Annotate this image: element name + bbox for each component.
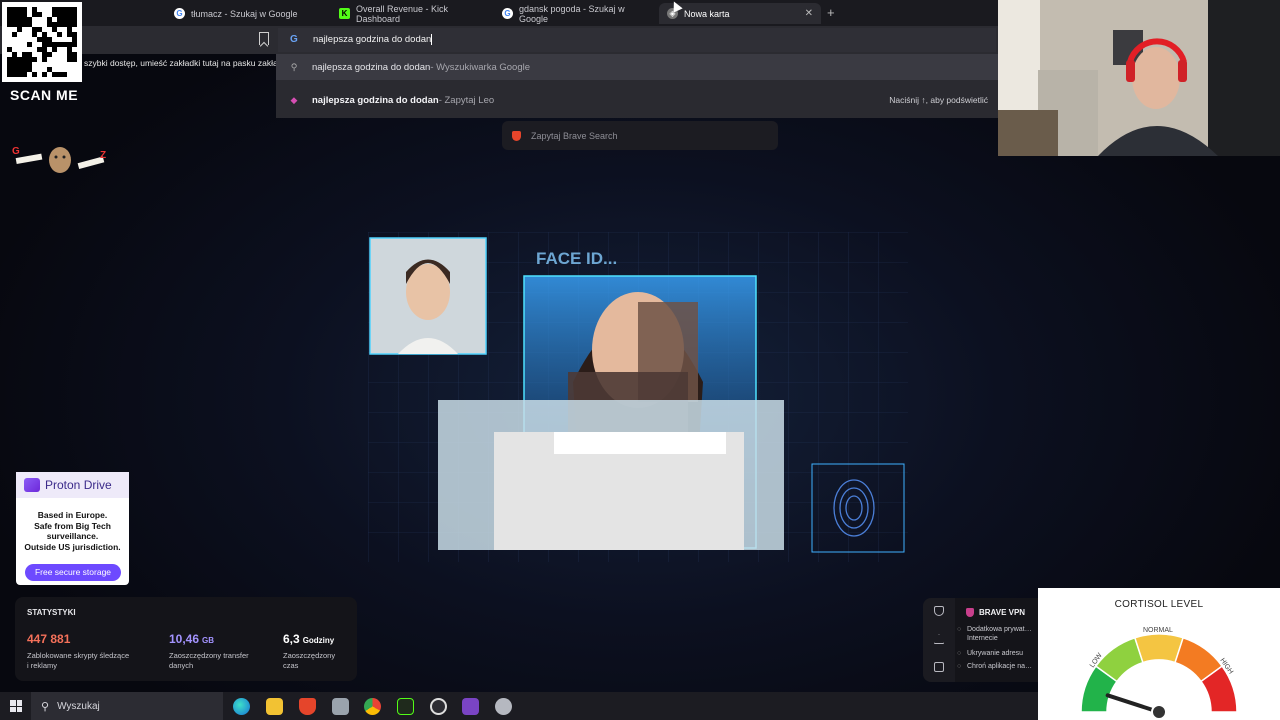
triangle-icon[interactable]	[934, 634, 944, 644]
suggestion-hint: Naciśnij ↑, aby podświetlić	[889, 95, 988, 105]
taskbar-search[interactable]: ⚲ Wyszukaj	[31, 692, 223, 720]
proton-line: Outside US jurisdiction.	[24, 541, 121, 552]
cortisol-gauge: LOW NORMAL HIGH	[1080, 627, 1238, 720]
search-icon: ⚲	[290, 61, 298, 72]
suggestion-suffix: - Wyszukiwarka Google	[430, 61, 531, 73]
gauge-hub	[1151, 704, 1167, 720]
face-id-illustration: FACE ID...	[368, 232, 908, 562]
address-bar[interactable]: G najlepsza godzina do dodan	[278, 28, 996, 52]
stat-value: 6,3	[283, 632, 300, 646]
scan-me-label: SCAN ME	[10, 87, 79, 103]
vpn-feature: Ukrywanie adresu	[957, 649, 1023, 658]
tab-strip: G tłumacz - Szukaj w Google K Overall Re…	[0, 0, 998, 26]
text-caret	[431, 34, 433, 45]
tab-label: Nowa karta	[684, 8, 730, 19]
vpn-feature: Dodatkowa prywat… Internecie	[957, 625, 1039, 643]
stat-desc: Zaoszczędzony czas	[283, 651, 336, 670]
vpn-feature: Chroń aplikacje na…	[957, 662, 1032, 671]
proton-tagline: Based in Europe. Safe from Big Tech surv…	[16, 510, 129, 552]
bookmark-icon[interactable]	[259, 32, 269, 45]
google-icon: G	[502, 8, 513, 19]
stat-trackers: 447 881 Zablokowane skrypty śledzące i r…	[27, 630, 132, 671]
tab-kick-dashboard[interactable]: K Overall Revenue - Kick Dashboard	[331, 3, 491, 24]
stat-value: 447 881	[27, 632, 71, 646]
gauge-label-normal: NORMAL	[1143, 627, 1173, 634]
address-input[interactable]: najlepsza godzina do dodan	[313, 34, 433, 46]
suggestion-google[interactable]: ⚲ najlepsza godzina do dodan - Wyszukiwa…	[276, 54, 998, 80]
face-id-text: FACE ID...	[536, 249, 617, 268]
stats-widget: STATYSTYKI 447 881 Zablokowane skrypty ś…	[15, 597, 357, 681]
proton-brand: Proton Drive	[45, 478, 112, 492]
address-value: najlepsza godzina do dodan	[313, 34, 432, 46]
kick-icon: K	[339, 8, 350, 19]
stats-title: STATYSTYKI	[27, 608, 76, 617]
stat-bandwidth: 10,46 GB Zaoszczędzony transfer danych	[169, 630, 274, 671]
brave-icon[interactable]	[299, 698, 316, 715]
edge-icon[interactable]	[233, 698, 250, 715]
vpn-shield-icon	[966, 608, 974, 617]
screen: G tłumacz - Szukaj w Google K Overall Re…	[0, 0, 1280, 720]
leo-icon: ◆	[290, 94, 298, 105]
qr-code	[2, 2, 82, 82]
proton-drive-ad[interactable]: Proton Drive Based in Europe. Safe from …	[16, 472, 129, 585]
app-icon[interactable]	[332, 698, 349, 715]
app-icon[interactable]	[462, 698, 479, 715]
suggestion-text: najlepsza godzina do dodan	[312, 61, 431, 73]
brave-vpn-widget[interactable]: BRAVE VPN Dodatkowa prywat… Internecie U…	[923, 598, 1039, 682]
shield-icon[interactable]	[934, 606, 944, 616]
kick-app-icon[interactable]	[397, 698, 414, 715]
tab-label: tłumacz - Szukaj w Google	[191, 8, 298, 19]
google-icon: G	[290, 34, 298, 45]
stat-value: 10,46	[169, 632, 200, 646]
vpn-title-text: BRAVE VPN	[979, 608, 1026, 617]
brave-lion-icon	[512, 130, 521, 141]
cortisol-meter: CORTISOL LEVEL LOW NORMAL HIGH	[1038, 588, 1280, 720]
obs-icon[interactable]	[430, 698, 447, 715]
svg-text:Z: Z	[100, 150, 106, 161]
proton-line: Safe from Big Tech	[34, 520, 111, 531]
suggestion-text: najlepsza godzina do dodan	[312, 94, 439, 106]
new-tab-button[interactable]: +	[827, 5, 835, 20]
chrome-icon[interactable]	[364, 698, 381, 715]
google-icon: G	[174, 8, 185, 19]
tab-tlumacz[interactable]: G tłumacz - Szukaj w Google	[166, 3, 326, 24]
stat-unit: GB	[202, 636, 215, 645]
bookmarks-bar-hint: szybki dostęp, umieść zakładki tutaj na …	[84, 58, 276, 68]
stat-desc: Zablokowane skrypty śledzące i reklamy	[27, 651, 130, 670]
proton-line: Based in Europe.	[37, 510, 108, 520]
tab-gdansk-pogoda[interactable]: G gdansk pogoda - Szukaj w Google	[494, 3, 654, 24]
brave-search-placeholder: Zapytaj Brave Search	[531, 130, 618, 141]
qr-module	[72, 72, 77, 77]
brave-search-box[interactable]: Zapytaj Brave Search	[502, 121, 778, 150]
file-explorer-icon[interactable]	[266, 698, 283, 715]
proton-line: surveillance.	[46, 531, 99, 541]
app-icon[interactable]	[495, 698, 512, 715]
cat-sticker-icon: G Z	[12, 146, 106, 173]
webcam-overlay	[998, 0, 1280, 156]
stat-time: 6,3 Godziny Zaoszczędzony czas	[283, 630, 343, 671]
omnibox-suggestions: ⚲ najlepsza godzina do dodan - Wyszukiwa…	[276, 54, 998, 118]
proton-header: Proton Drive	[16, 472, 129, 498]
taskbar: ⚲ Wyszukaj	[0, 692, 1038, 720]
gauge-needle	[1105, 693, 1161, 714]
tab-nowa-karta[interactable]: ◈ Nowa karta ✕	[659, 3, 821, 24]
close-icon[interactable]: ✕	[805, 8, 813, 19]
windows-start-icon[interactable]	[10, 700, 22, 712]
stat-desc: Zaoszczędzony transfer danych	[169, 651, 249, 670]
search-icon: ⚲	[41, 700, 50, 713]
tab-label: Overall Revenue - Kick Dashboard	[356, 3, 449, 24]
suggestion-leo[interactable]: ◆ najlepsza godzina do dodan - Zapytaj L…	[276, 87, 998, 113]
stat-unit: Godziny	[302, 636, 335, 645]
widget-sidebar	[923, 598, 955, 682]
svg-text:G: G	[12, 146, 20, 157]
free-secure-storage-button[interactable]: Free secure storage	[25, 564, 121, 581]
proton-drive-logo-icon	[24, 478, 40, 492]
suggestion-suffix: - Zapytaj Leo	[438, 94, 495, 106]
taskbar-search-placeholder: Wyszukaj	[57, 700, 100, 712]
vpn-title: BRAVE VPN	[966, 608, 1025, 617]
video-icon[interactable]	[934, 662, 944, 672]
tab-label: gdansk pogoda - Szukaj w Google	[519, 3, 625, 24]
